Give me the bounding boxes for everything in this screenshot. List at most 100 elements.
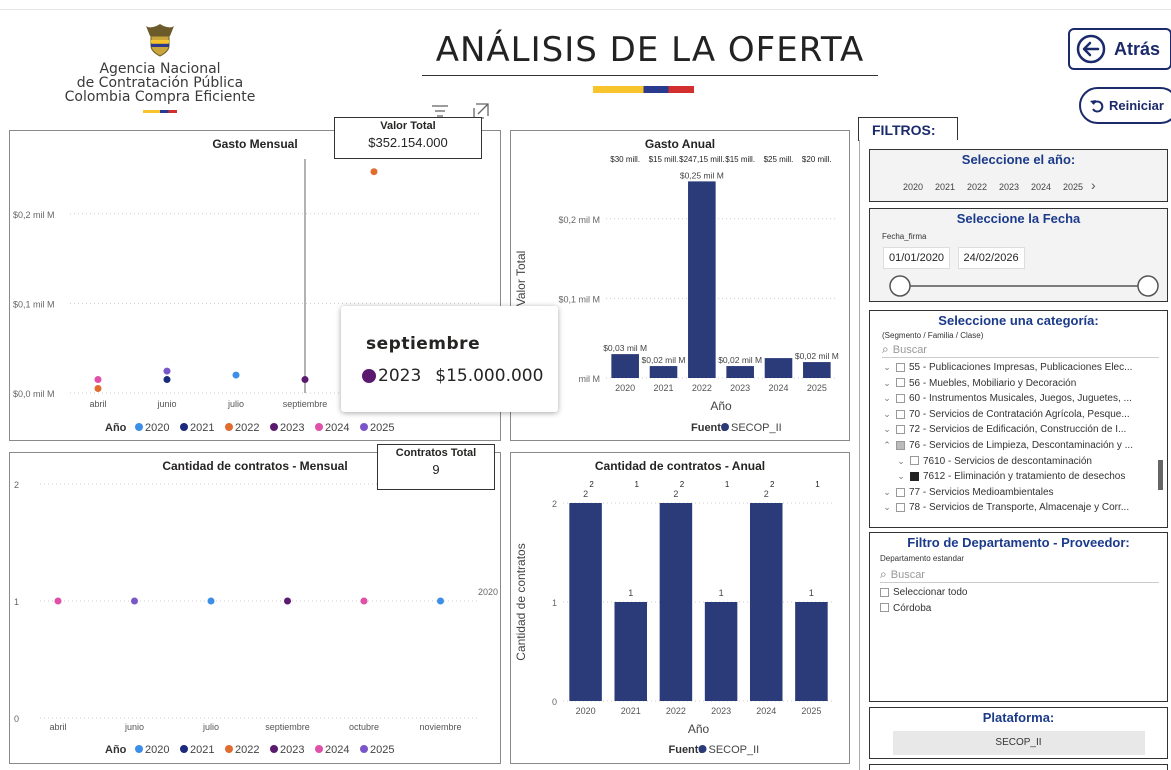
year-chip[interactable]: 2022: [961, 182, 993, 192]
reset-button[interactable]: Reiniciar: [1079, 87, 1171, 124]
x-tick-label: 2025: [801, 706, 821, 716]
total-label: $15 mill.: [649, 155, 679, 164]
contratos-anual-chart[interactable]: Cantidad de contratos - Anual 0 1 2 2020 2 2 2…: [510, 452, 850, 764]
year-chip[interactable]: 2024: [1025, 182, 1057, 192]
department-slicer: Filtro de Departamento - Proveedor: Depa…: [869, 532, 1168, 702]
legend-item: 2024: [325, 744, 349, 756]
gasto-anual-chart[interactable]: Gasto Anual mil M $0,1 mil M $0,2 mil M 202…: [510, 130, 850, 441]
total-label: 2: [770, 480, 775, 489]
list-item[interactable]: ⌄ 7612 - Eliminación y tratamiento de des…: [882, 469, 1157, 485]
legend-marker: [315, 745, 323, 753]
checkbox-icon: [896, 487, 905, 497]
y-tick-label: 2: [552, 499, 557, 509]
checkbox-icon: [896, 425, 905, 435]
slicer-title: Filtro de Departamento - Proveedor:: [907, 535, 1130, 550]
list-item[interactable]: ⌄ 70 - Servicios de Contratación Agrícola…: [882, 407, 1157, 423]
data-label: 1: [809, 588, 814, 598]
chevron-down-icon: ⌄: [897, 455, 905, 466]
checkbox-icon: [880, 603, 889, 613]
data-label: $0,03 mil M: [603, 343, 647, 353]
list-item[interactable]: ⌃ 76 - Servicios de Limpieza, Descontamin…: [882, 438, 1157, 454]
legend-marker: [270, 423, 278, 431]
bar: [795, 602, 828, 701]
platform-chip[interactable]: SECOP_II: [892, 731, 1145, 755]
legend-item: 2022: [235, 422, 259, 434]
legend-marker: [135, 745, 143, 753]
list-item[interactable]: ⌄ 77 - Servicios Medioambientales: [882, 485, 1157, 501]
platform-slicer: Plataforma: SECOP_II: [869, 707, 1168, 759]
data-point: [360, 597, 368, 605]
chevron-down-icon: ⌄: [897, 471, 905, 482]
list-item[interactable]: ⌄ 78 - Servicios de Transporte, Almacenaj…: [882, 500, 1157, 516]
y-tick-label: $0,0 mil M: [13, 389, 55, 399]
tooltip-value: $15.000.000: [435, 366, 544, 386]
y-tick-label: $0,1 mil M: [13, 299, 55, 309]
card-label: Contratos Total: [395, 447, 477, 459]
page-title: ANÁLISIS DE LA OFERTA: [435, 30, 865, 70]
year-chip[interactable]: 2025: [1057, 182, 1089, 192]
slicer-title: Seleccione la Fecha: [956, 211, 1081, 226]
checkbox-icon: [896, 503, 905, 513]
category-list: ⌄ 55 - Publicaciones Impresas, Publicacio…: [882, 360, 1163, 516]
contratos-total-card: Contratos Total 9: [377, 444, 495, 490]
category-search-input[interactable]: ⌕ Buscar: [882, 342, 1159, 358]
legend-item: 2021: [190, 744, 214, 756]
list-item[interactable]: ⌄ 56 - Muebles, Mobiliario y Decoración: [882, 376, 1157, 392]
legend-item: 2024: [325, 422, 349, 434]
chevron-down-icon: ⌄: [883, 408, 891, 419]
list-scrollbar[interactable]: [1158, 460, 1163, 490]
x-tick-label: 2022: [666, 706, 686, 716]
date-slicer: Seleccione la Fecha Fecha_firma 01/01/20…: [869, 208, 1168, 302]
total-label: $15 mill.: [725, 155, 755, 164]
chevron-right-icon[interactable]: ›: [1091, 177, 1096, 193]
total-label: 1: [635, 480, 640, 489]
list-item[interactable]: Seleccionar todo: [876, 585, 1167, 601]
year-chip[interactable]: 2020: [897, 182, 929, 192]
chevron-down-icon: ⌄: [883, 362, 891, 372]
search-placeholder: Buscar: [890, 568, 925, 581]
date-range-slider[interactable]: [870, 275, 1167, 301]
total-label: $30 mill.: [610, 155, 640, 164]
data-label: 1: [719, 588, 724, 598]
list-item[interactable]: ⌄ 7610 - Servicios de descontaminación: [882, 454, 1157, 470]
back-button[interactable]: Atrás: [1068, 28, 1171, 70]
bar: [649, 366, 678, 378]
list-item[interactable]: ⌄ 55 - Publicaciones Impresas, Publicacio…: [882, 360, 1157, 376]
chevron-down-icon: ⌄: [883, 393, 891, 404]
contratos-mensual-chart[interactable]: Cantidad de contratos - Mensual 0 1 2 abril…: [9, 452, 501, 764]
filter-lines-icon[interactable]: [432, 105, 448, 117]
legend-title: Año: [105, 744, 127, 756]
checkbox-icon: [880, 587, 889, 597]
year-chip[interactable]: 2021: [929, 182, 961, 192]
title-flag-stripe: [593, 86, 694, 93]
year-chip[interactable]: 2023: [993, 182, 1025, 192]
bar: [764, 358, 793, 378]
slicer-title: Seleccione el año:: [961, 152, 1076, 167]
checkbox-icon: [910, 456, 919, 466]
logo-line-1: Agencia Nacional: [99, 61, 221, 77]
legend-item: 2025: [370, 422, 394, 434]
checked-checkbox-icon: [910, 472, 919, 482]
x-tick-label: junio: [156, 399, 176, 409]
data-point: [437, 597, 444, 605]
x-tick-label: 2024: [768, 383, 788, 393]
list-item[interactable]: ⌄ 72 - Servicios de Edificación, Construc…: [882, 422, 1157, 438]
x-tick-label: junio: [124, 722, 144, 732]
legend-marker: [315, 423, 323, 431]
department-search-input[interactable]: ⌕ Buscar: [880, 567, 1159, 583]
data-label: $0,25 mil M: [680, 170, 724, 180]
focus-mode-icon[interactable]: [473, 103, 489, 119]
chevron-down-icon: ⌄: [883, 502, 891, 513]
checkbox-icon: [896, 362, 905, 372]
data-label: $0,02 mil M: [795, 351, 839, 361]
title-underline: [422, 75, 878, 76]
bar: [614, 602, 648, 701]
bar: [611, 354, 639, 378]
list-item[interactable]: Córdoba: [876, 601, 1167, 617]
start-date-input[interactable]: 01/01/2020: [883, 247, 951, 269]
total-label: 2: [680, 480, 685, 489]
x-tick-label: septiembre: [265, 722, 310, 732]
x-tick-label: julio: [227, 399, 244, 409]
end-date-input[interactable]: 24/02/2026: [957, 247, 1025, 269]
list-item[interactable]: ⌄ 60 - Instrumentos Musicales, Juegos, Ju…: [882, 391, 1157, 407]
